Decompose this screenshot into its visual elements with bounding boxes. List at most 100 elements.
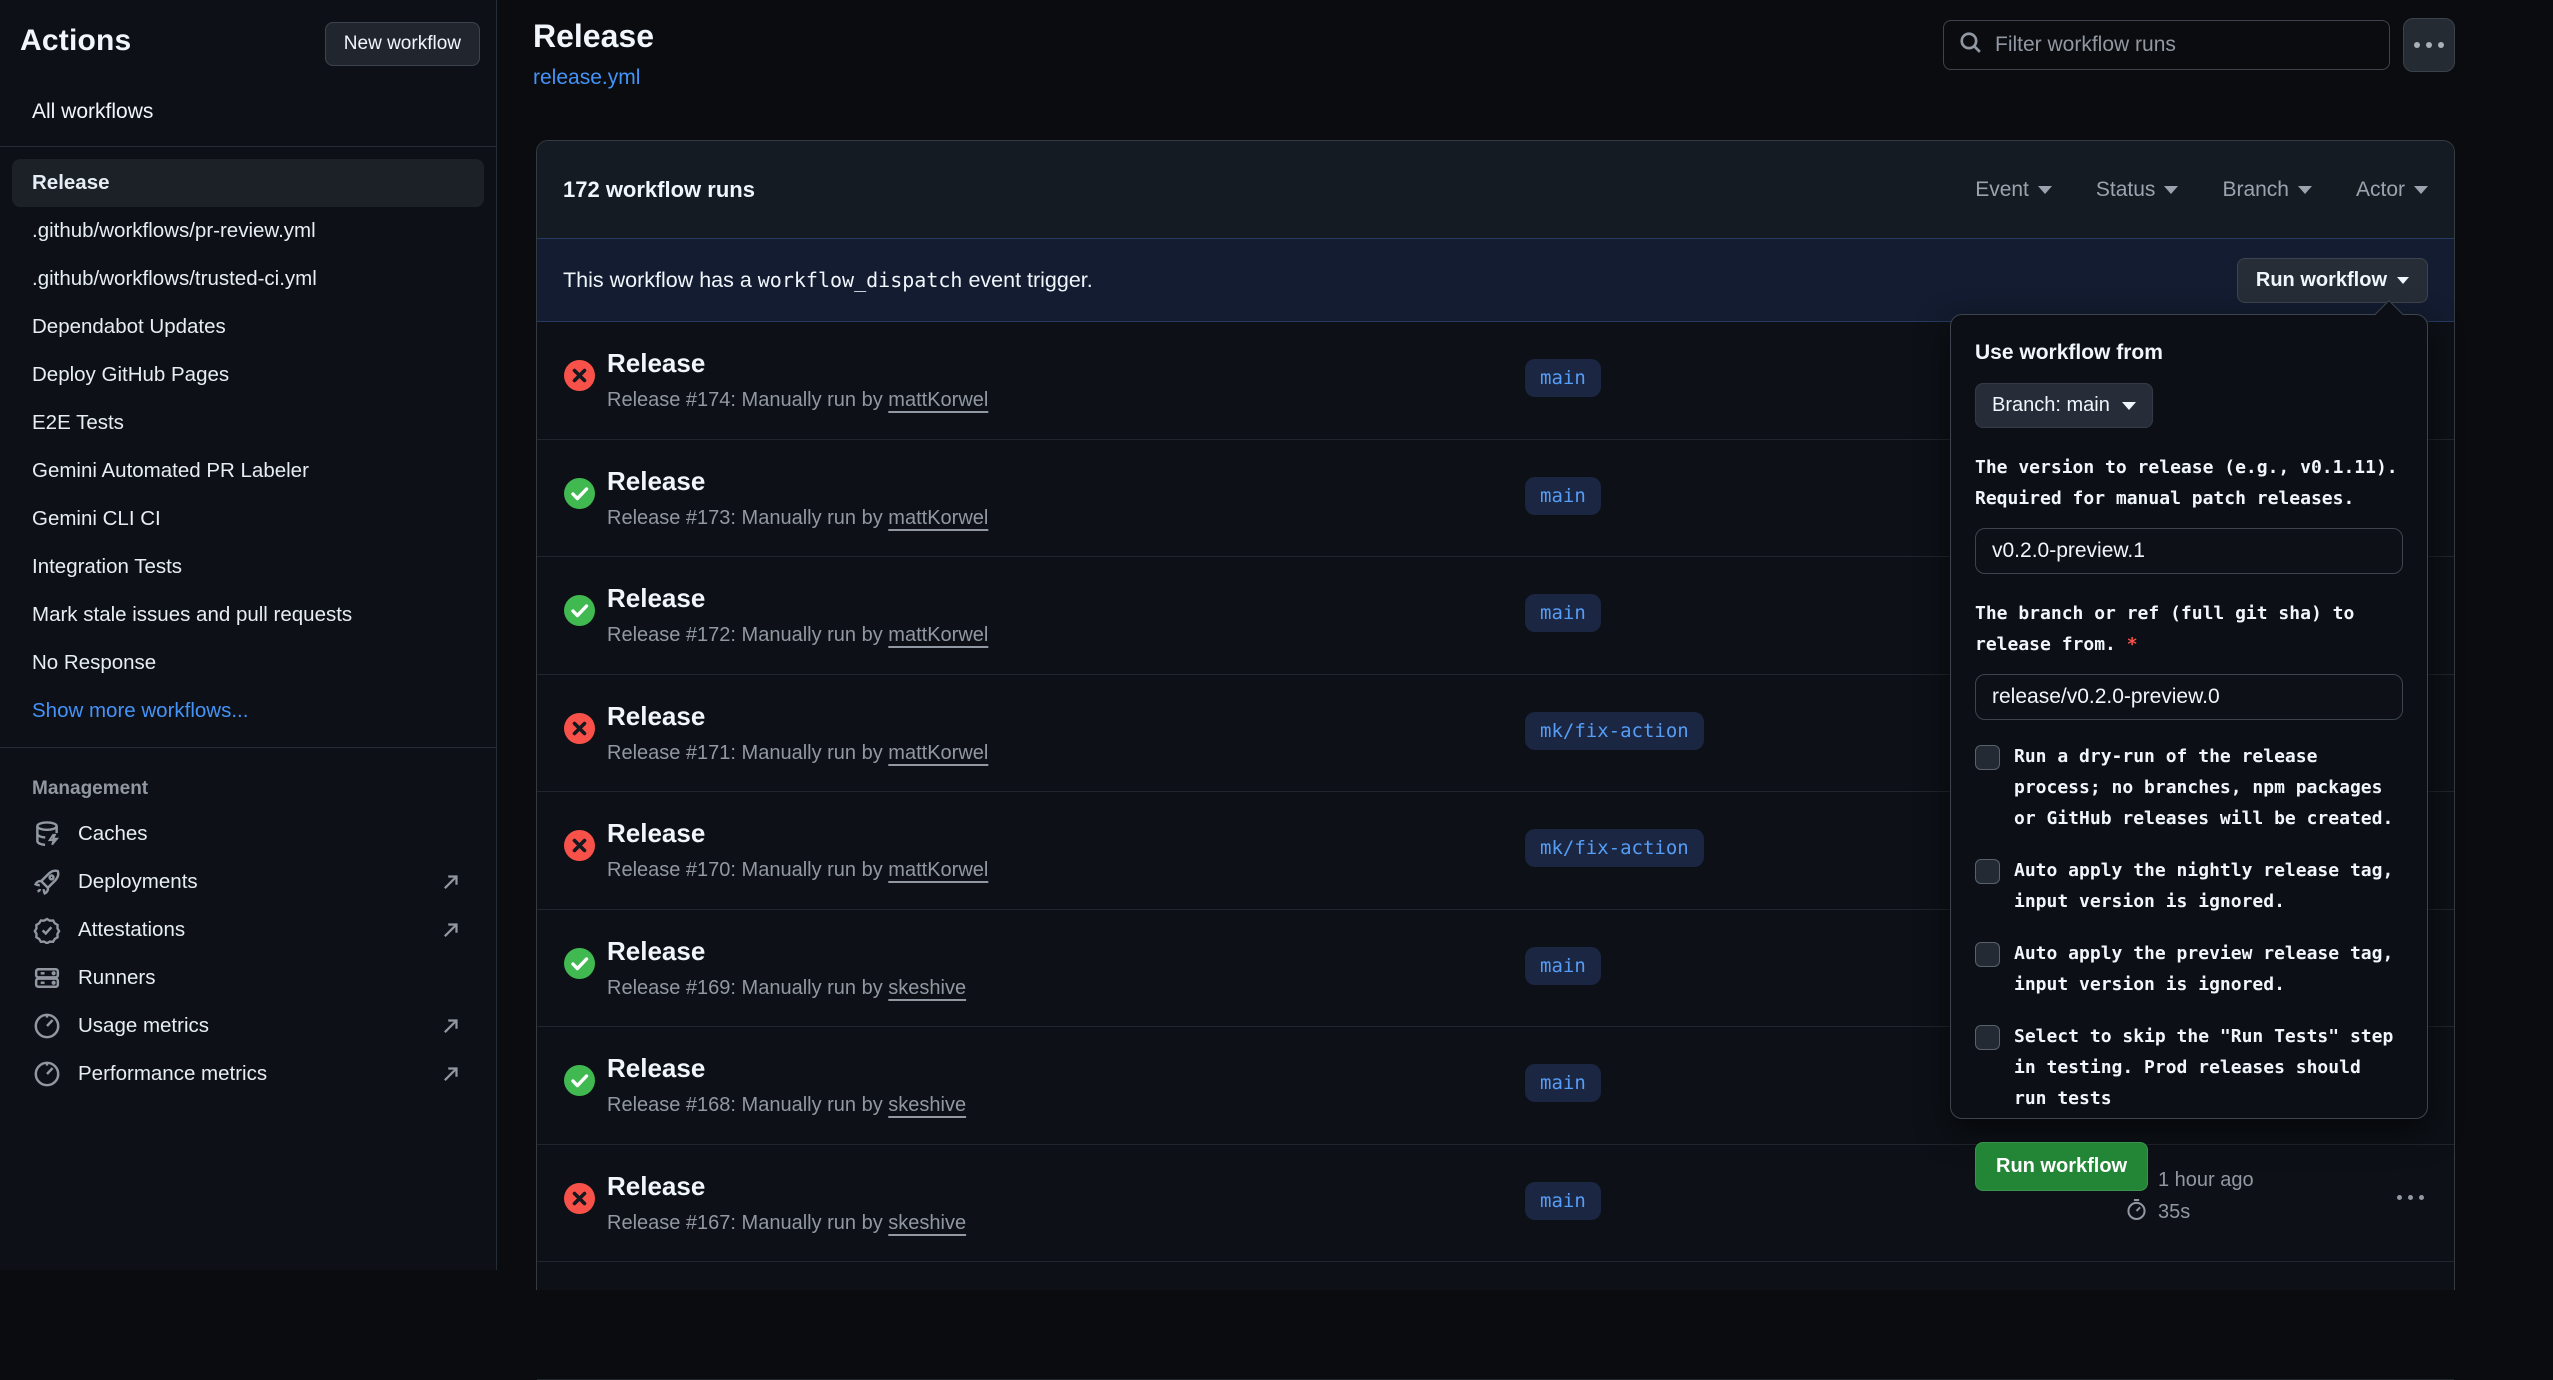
arrow-up-right-icon [440,919,462,941]
sidebar-item-runners[interactable]: Runners [12,954,484,1002]
sidebar-item-github-workflows-trusted-ci-yml[interactable]: .github/workflows/trusted-ci.yml [12,255,484,303]
sidebar-item-attestations[interactable]: Attestations [12,906,484,954]
sidebar-item-integration-tests[interactable]: Integration Tests [12,543,484,591]
dropdown-checkboxes: Run a dry-run of the release process; no… [1975,741,2403,1114]
sidebar-item-no-response[interactable]: No Response [12,639,484,687]
run-kebab-menu-button[interactable] [2397,1195,2424,1200]
run-title-link[interactable]: Release [607,1171,705,1202]
sidebar-item-all-workflows[interactable]: All workflows [12,90,484,134]
checkbox[interactable] [1975,942,2000,967]
actor-link[interactable]: skeshive [888,1094,966,1116]
actor-link[interactable]: skeshive [888,1212,966,1234]
new-workflow-button[interactable]: New workflow [325,22,480,66]
filter-actor[interactable]: Actor [2356,178,2428,202]
run-title-link[interactable]: Release [607,1053,705,1084]
main-content: Release release.yml 172 workflow runs Ev… [497,0,2553,1270]
branch-badge[interactable]: main [1525,477,1601,515]
checkbox-label[interactable]: Select to skip the "Run Tests" step in t… [2014,1021,2403,1114]
run-meta: Release #174: Manually run by mattKorwel [607,389,988,412]
sidebar-item-caches[interactable]: Caches [12,810,484,858]
sidebar-item-performance-metrics[interactable]: Performance metrics [12,1050,484,1098]
search-input[interactable] [1995,33,2375,57]
branch-badge[interactable]: mk/fix-action [1525,712,1704,750]
branch-badge[interactable]: main [1525,359,1601,397]
branch-badge[interactable]: main [1525,594,1601,632]
sidebar-item-mark-stale-issues-and-pull-requests[interactable]: Mark stale issues and pull requests [12,591,484,639]
runs-filters: Event Status Branch Actor [1975,178,2428,202]
actor-link[interactable]: mattKorwel [888,859,988,881]
sidebar-item-usage-metrics[interactable]: Usage metrics [12,1002,484,1050]
chevron-down-icon [2414,186,2428,194]
branch-badge[interactable]: main [1525,1064,1601,1102]
page-kebab-menu-button[interactable] [2403,18,2455,72]
gauge-icon [32,1059,62,1089]
filter-runs-searchbox[interactable] [1943,20,2390,70]
management-section-label: Management [0,760,496,810]
workflow-input-field[interactable] [1975,528,2403,574]
checkbox[interactable] [1975,745,2000,770]
chevron-down-icon [2164,186,2178,194]
actor-link[interactable]: mattKorwel [888,507,988,529]
banner-text: This workflow has a workflow_dispatch ev… [563,268,1093,293]
run-title-link[interactable]: Release [607,583,705,614]
run-workflow-dropdown-panel: Use workflow from Branch: main The versi… [1950,314,2428,1119]
actor-link[interactable]: mattKorwel [888,389,988,411]
sidebar-item-e2e-tests[interactable]: E2E Tests [12,399,484,447]
run-title-link[interactable]: Release [607,348,705,379]
branch-badge[interactable]: main [1525,947,1601,985]
workflow-input-field[interactable] [1975,674,2403,720]
checkbox-label[interactable]: Auto apply the preview release tag, inpu… [2014,938,2403,1000]
run-title-link[interactable]: Release [607,701,705,732]
run-meta: Release #173: Manually run by mattKorwel [607,507,988,530]
actor-link[interactable]: mattKorwel [888,742,988,764]
x-circle-icon [563,1182,596,1215]
branch-badge[interactable]: mk/fix-action [1525,829,1704,867]
attestation-icon [32,915,62,945]
run-title-link[interactable]: Release [607,936,705,967]
runs-list-header: 172 workflow runs Event Status Branch Actor [537,141,2454,238]
run-meta: Release #169: Manually run by skeshive [607,977,966,1000]
sidebar-item-deployments[interactable]: Deployments [12,858,484,906]
run-title-link[interactable]: Release [607,466,705,497]
chevron-down-icon [2397,277,2409,284]
actor-link[interactable]: mattKorwel [888,624,988,646]
arrow-up-right-icon [440,1063,462,1085]
sidebar-title: Actions [20,24,131,57]
management-list: Caches Deployments Attestations Runners … [0,810,496,1098]
sidebar-divider [0,146,496,147]
run-meta: Release #170: Manually run by mattKorwel [607,859,988,882]
branch-selector-button[interactable]: Branch: main [1975,383,2153,428]
branch-badge[interactable]: main [1525,1182,1601,1220]
sidebar-divider [0,747,496,748]
runs-count: 172 workflow runs [563,177,755,203]
sidebar-item-gemini-cli-ci[interactable]: Gemini CLI CI [12,495,484,543]
gauge-icon [32,1011,62,1041]
workflow-file-link[interactable]: release.yml [533,66,640,90]
chevron-down-icon [2038,186,2052,194]
actions-sidebar: Actions New workflow All workflows Relea… [0,0,497,1270]
chevron-down-icon [2298,186,2312,194]
filter-event[interactable]: Event [1975,178,2052,202]
sidebar-item-deploy-github-pages[interactable]: Deploy GitHub Pages [12,351,484,399]
sidebar-item-release[interactable]: Release [12,159,484,207]
actor-link[interactable]: skeshive [888,977,966,999]
sidebar-item-gemini-automated-pr-labeler[interactable]: Gemini Automated PR Labeler [12,447,484,495]
sidebar-item-dependabot-updates[interactable]: Dependabot Updates [12,303,484,351]
run-workflow-submit-button[interactable]: Run workflow [1975,1142,2148,1191]
run-meta: Release #171: Manually run by mattKorwel [607,742,988,765]
filter-branch[interactable]: Branch [2222,178,2312,202]
checkbox[interactable] [1975,1025,2000,1050]
check-circle-icon [563,594,596,627]
server-icon [32,963,62,993]
checkbox-label[interactable]: Auto apply the nightly release tag, inpu… [2014,855,2403,917]
arrow-up-right-icon [440,1015,462,1037]
filter-status[interactable]: Status [2096,178,2179,202]
sidebar-item-github-workflows-pr-review-yml[interactable]: .github/workflows/pr-review.yml [12,207,484,255]
workflow-run-row-partial [537,1262,2454,1380]
run-title-link[interactable]: Release [607,818,705,849]
sidebar-item-show-more[interactable]: Show more workflows... [12,687,484,735]
checkbox[interactable] [1975,859,2000,884]
run-meta: Release #172: Manually run by mattKorwel [607,624,988,647]
run-workflow-dropdown-button[interactable]: Run workflow [2237,258,2428,303]
checkbox-label[interactable]: Run a dry-run of the release process; no… [2014,741,2403,834]
